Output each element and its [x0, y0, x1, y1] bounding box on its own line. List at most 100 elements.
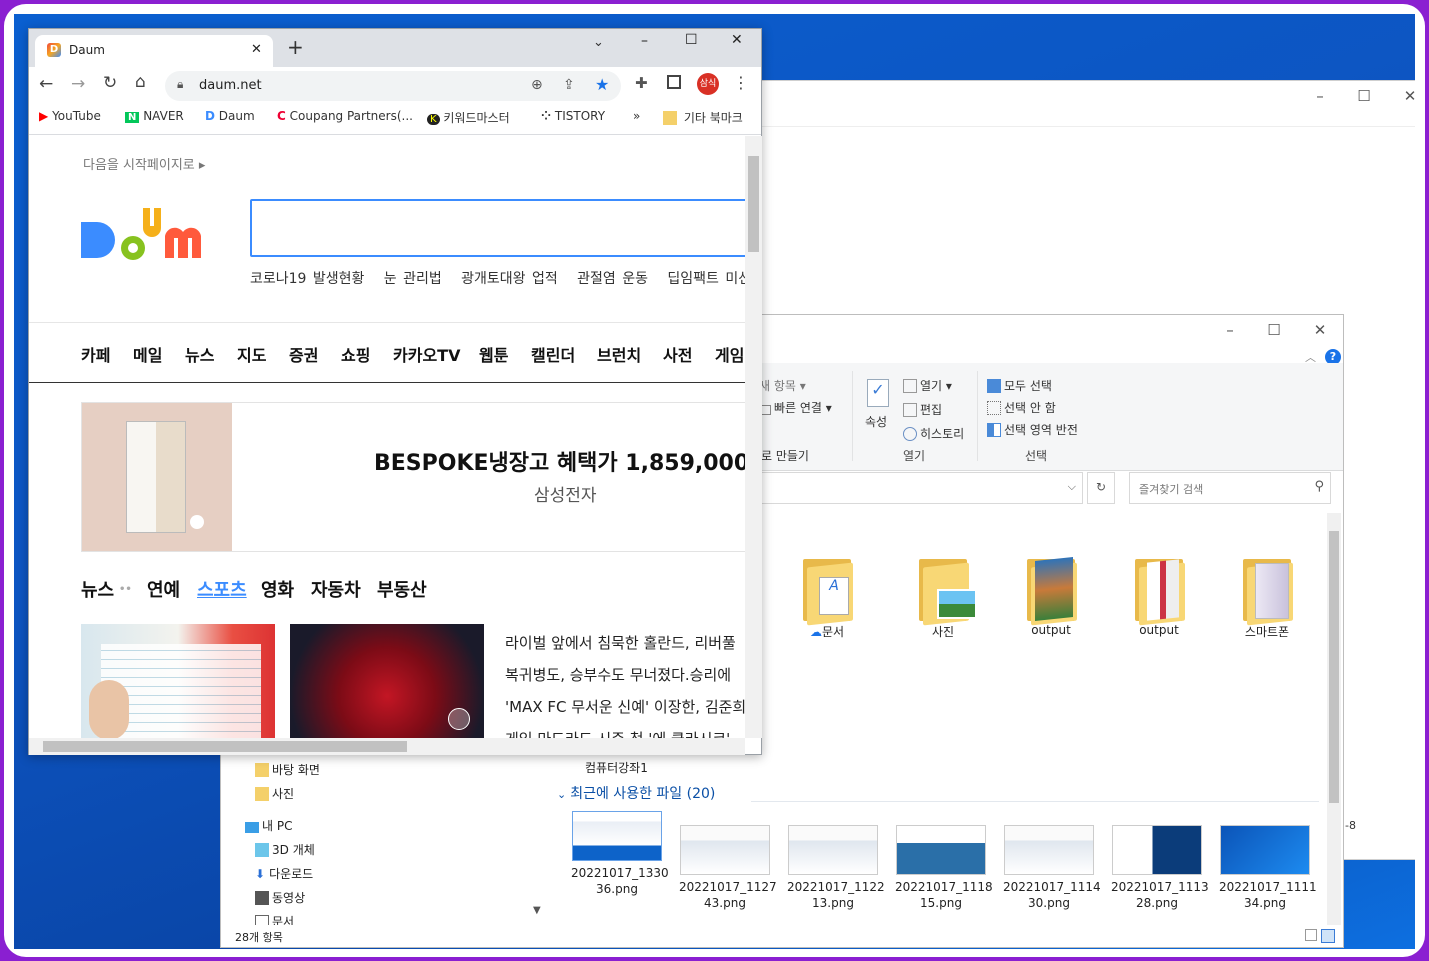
menu-webtoon[interactable]: 웹툰 [479, 342, 508, 366]
refresh-icon[interactable]: ↻ [1087, 472, 1115, 504]
menu-news[interactable]: 뉴스 [185, 342, 214, 366]
folder-pictures[interactable]: 사진 [903, 553, 983, 640]
folder-output-2[interactable]: output [1119, 553, 1199, 637]
menu-game[interactable]: 게임 [715, 342, 744, 366]
properties-button[interactable]: 속성 [865, 413, 887, 430]
history-button[interactable]: 히스토리 [903, 425, 964, 442]
maximize-icon[interactable]: ☐ [685, 32, 698, 48]
side-panel-icon[interactable] [667, 75, 681, 89]
bookmark-coupang[interactable]: C Coupang Partners(... [277, 109, 413, 123]
menu-shopping[interactable]: 쇼핑 [341, 342, 370, 366]
lock-icon[interactable]: 🔒︎ [177, 77, 183, 92]
menu-icon[interactable]: ⋮ [733, 73, 749, 92]
search-input[interactable] [250, 199, 745, 257]
nav-item-desktop[interactable]: 바탕 화면 [255, 761, 320, 778]
details-view-icon[interactable] [1305, 929, 1317, 941]
menu-stock[interactable]: 증권 [289, 342, 318, 366]
bookmark-keyword-master[interactable]: K 키워드마스터 [427, 109, 510, 126]
new-tab-icon[interactable]: + [287, 35, 304, 59]
maximize-icon[interactable]: ☐ [1251, 315, 1297, 347]
recent-file[interactable]: 20221017_1114 30.png [1003, 825, 1101, 911]
horizontal-scrollbar[interactable] [29, 738, 745, 755]
select-all-button[interactable]: 모두 선택 [987, 377, 1052, 394]
bookmark-youtube[interactable]: ▶ YouTube [39, 109, 101, 123]
minimize-icon[interactable]: – [1297, 81, 1343, 113]
menu-cafe[interactable]: 카페 [81, 342, 110, 366]
menu-dictionary[interactable]: 사전 [663, 342, 692, 366]
recent-file[interactable]: 20221017_1122 13.png [787, 825, 885, 911]
home-icon[interactable]: ⌂ [135, 72, 146, 92]
ad-banner[interactable]: BESPOKE냉장고 혜택가 1,859,000원 삼성전자 [81, 402, 745, 552]
trending-keyword[interactable]: 코로나19 발생현황 [250, 271, 364, 287]
profile-avatar[interactable]: 삼식 [697, 73, 719, 95]
menu-map[interactable]: 지도 [237, 342, 266, 366]
maximize-icon[interactable]: ☐ [1341, 81, 1387, 113]
close-icon[interactable]: ✕ [731, 32, 743, 48]
url-text[interactable]: daum.net [199, 78, 262, 93]
address-bar[interactable]: ⌵ [761, 472, 1083, 504]
recent-file[interactable]: 20221017_1113 28.png [1111, 825, 1209, 911]
omnibox[interactable]: 🔒︎ daum.net ⊕ ⇪ ★ [165, 71, 621, 101]
trending-keyword[interactable]: 광개토대왕 업적 [461, 271, 558, 287]
other-bookmarks[interactable]: 기타 북마크 [663, 109, 743, 126]
bookmark-tistory[interactable]: ⁘ TISTORY [541, 109, 605, 123]
folder-output-1[interactable]: output [1011, 553, 1091, 637]
recent-file[interactable]: 20221017_1330 36.png [571, 811, 669, 897]
easy-access-button[interactable]: 빠른 연결 ▾ [761, 399, 832, 416]
minimize-icon[interactable]: – [1207, 315, 1253, 347]
extensions-icon[interactable]: ✚ [635, 74, 648, 92]
search-input[interactable]: 즐겨찾기 검색 ⚲ [1129, 472, 1331, 504]
recent-file[interactable]: 20221017_1118 15.png [895, 825, 993, 911]
open-button[interactable]: 열기 ▾ [903, 377, 952, 394]
chrome-window[interactable]: D Daum ✕ + ⌄ – ☐ ✕ ← → ↻ ⌂ 🔒︎ daum.net ⊕… [28, 28, 762, 755]
nav-item-pictures[interactable]: 사진 [255, 785, 294, 802]
bookmark-naver[interactable]: N NAVER [125, 109, 184, 123]
browser-tab[interactable]: D Daum ✕ [35, 35, 273, 67]
minimize-icon[interactable]: – [641, 33, 648, 49]
tab-car[interactable]: 자동차 [311, 576, 361, 602]
zoom-icon[interactable]: ⊕ [531, 77, 543, 93]
bookmark-star-icon[interactable]: ★ [595, 75, 609, 94]
headline[interactable]: 게임 마드라드 시즌 첫 '에 클라시코' [505, 728, 730, 738]
edit-button[interactable]: 편집 [903, 401, 942, 418]
recent-file[interactable]: 20221017_1111 34.png [1219, 825, 1317, 911]
new-item-button[interactable]: 새 항목 ▾ [759, 377, 806, 394]
tab-search-icon[interactable]: ⌄ [593, 35, 604, 50]
tab-entertainment[interactable]: 연예 [147, 576, 180, 602]
bookmarks-overflow-icon[interactable]: » [633, 109, 640, 123]
share-icon[interactable]: ⇪ [563, 77, 575, 93]
vertical-scrollbar[interactable] [745, 136, 762, 738]
invert-selection-button[interactable]: 선택 영역 반전 [987, 421, 1078, 438]
properties-icon[interactable]: ✓ [867, 379, 889, 407]
tab-news[interactable]: 뉴스 [81, 576, 114, 602]
recent-file[interactable]: 20221017_1127 43.png [679, 825, 777, 911]
bookmark-daum[interactable]: D Daum [205, 109, 255, 123]
nav-item-videos[interactable]: 동영상 [255, 889, 305, 906]
menu-calendar[interactable]: 캘린더 [531, 342, 575, 366]
tab-movie[interactable]: 영화 [261, 576, 294, 602]
select-none-button[interactable]: 선택 안 함 [987, 399, 1056, 416]
tab-realestate[interactable]: 부동산 [377, 576, 427, 602]
nav-item-3d-objects[interactable]: 3D 개체 [255, 841, 315, 858]
scrollbar-thumb[interactable] [43, 741, 407, 752]
news-image-football[interactable] [290, 624, 484, 738]
close-icon[interactable]: ✕ [1387, 81, 1415, 113]
menu-kakaotv[interactable]: 카카오TV [393, 342, 460, 366]
trending-keyword[interactable]: 관절염 운동 [577, 271, 648, 287]
daum-logo[interactable] [81, 202, 231, 266]
reload-icon[interactable]: ↻ [103, 73, 117, 93]
back-icon[interactable]: ← [39, 74, 53, 94]
news-image-golf[interactable] [81, 624, 275, 738]
tab-sports[interactable]: 스포츠 [197, 576, 247, 602]
trending-keyword[interactable]: 눈 관리법 [384, 271, 442, 287]
close-icon[interactable]: ✕ [251, 42, 262, 57]
headline[interactable]: 복귀병도, 승부수도 무너졌다.승리에 [505, 664, 731, 685]
content-scrollbar[interactable] [1327, 513, 1341, 925]
scrollbar-thumb[interactable] [1329, 531, 1339, 803]
close-icon[interactable]: ✕ [1297, 315, 1343, 347]
nav-item-documents[interactable]: 문서 [255, 913, 294, 925]
nav-item-this-pc[interactable]: 내 PC [245, 817, 292, 834]
start-page-link[interactable]: 다음을 시작페이지로 ▸ [83, 154, 205, 173]
large-icons-view-icon[interactable] [1321, 929, 1335, 943]
forward-icon[interactable]: → [71, 74, 85, 94]
